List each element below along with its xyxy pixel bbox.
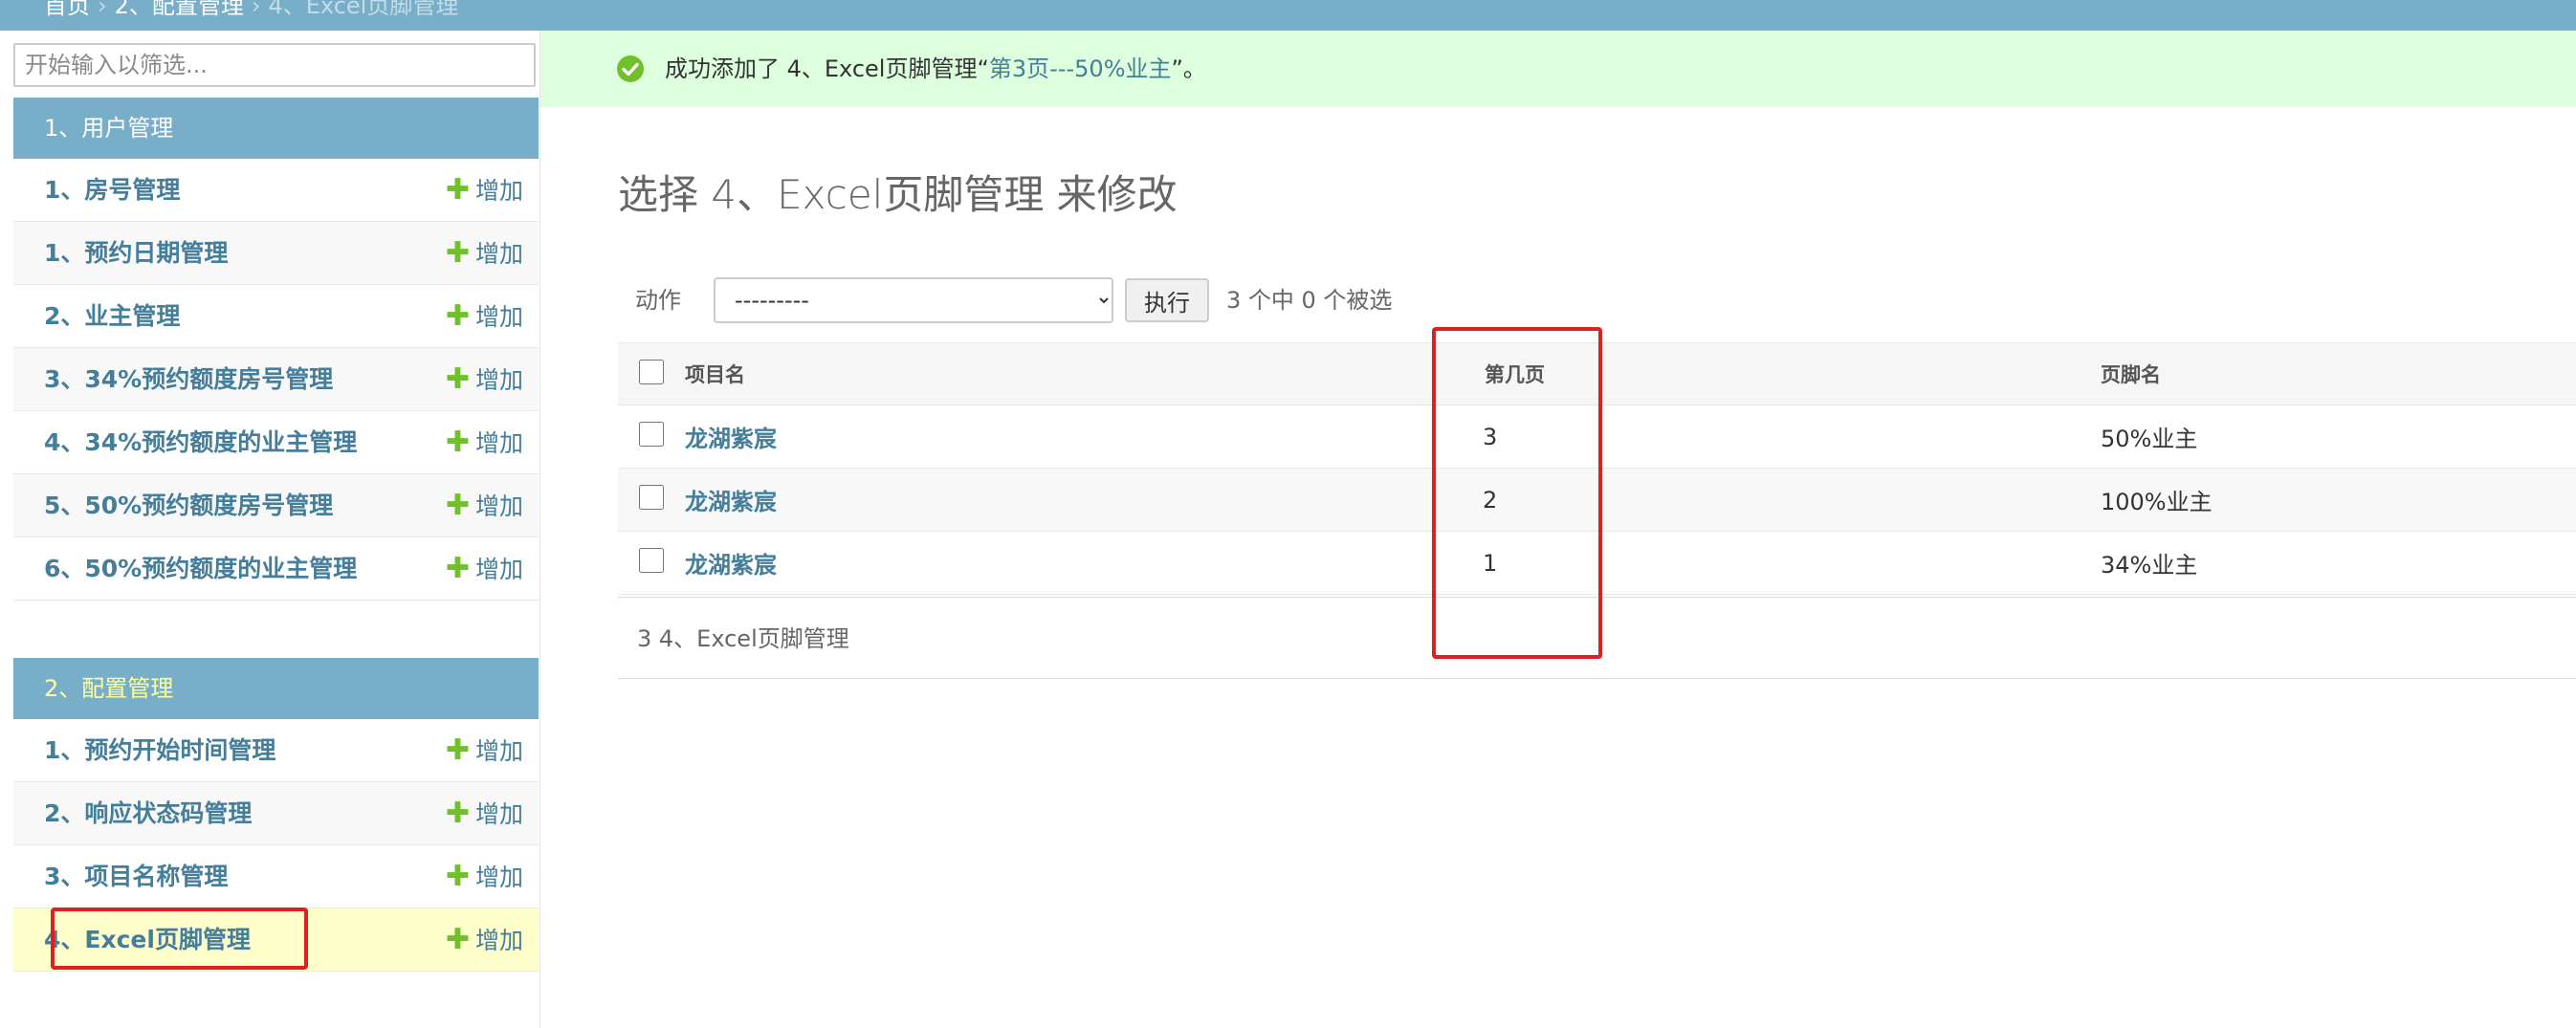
plus-icon: ✚ [445,236,470,270]
sidebar-item-link[interactable]: 5、50%预约额度房号管理 [44,474,333,537]
project-cell: 龙湖紫宸 [685,531,1435,595]
go-button[interactable]: 执行 [1125,278,1209,322]
module-caption[interactable]: 2、配置管理 [13,658,539,719]
add-button[interactable]: ✚ 增加 [446,908,523,973]
plus-icon: ✚ [445,860,470,893]
project-link[interactable]: 龙湖紫宸 [685,426,777,452]
add-button[interactable]: ✚ 增加 [446,348,523,412]
add-button[interactable]: ✚ 增加 [446,782,523,846]
select-all-checkbox[interactable] [639,359,664,384]
plus-icon: ✚ [445,923,470,956]
add-button[interactable]: ✚ 增加 [446,537,523,601]
sidebar-item: 2、业主管理 ✚ 增加 [13,285,539,348]
breadcrumb: 首页 › 2、配置管理 › 4、Excel页脚管理 [0,0,2576,31]
module-caption[interactable]: 1、用户管理 [13,98,539,159]
sidebar-item-link[interactable]: 4、34%预约额度的业主管理 [44,411,357,474]
success-prefix: 成功添加了 4、Excel页脚管理“ [665,55,989,82]
breadcrumb-separator: › [251,0,261,19]
add-label: 增加 [474,177,523,205]
sidebar-item: 3、34%预约额度房号管理 ✚ 增加 [13,348,539,411]
column-header-project[interactable]: 项目名 [685,342,1435,405]
success-text: 成功添加了 4、Excel页脚管理“第3页---50%业主”。 [665,31,1206,107]
check-circle-icon [617,55,644,82]
plus-icon: ✚ [445,299,470,333]
sidebar-item-link[interactable]: 3、项目名称管理 [44,845,228,908]
highlight-box-page-column [1432,327,1602,659]
column-header-footer[interactable]: 页脚名 [2101,342,2576,405]
project-cell: 龙湖紫宸 [685,468,1435,532]
check-icon [622,62,639,77]
add-label: 增加 [474,303,523,331]
success-object-link[interactable]: 第3页---50%业主 [989,55,1172,82]
add-label: 增加 [474,800,523,828]
add-label: 增加 [474,240,523,268]
add-button[interactable]: ✚ 增加 [446,285,523,349]
breadcrumb-current: 4、Excel页脚管理 [268,0,459,19]
row-select-cell [618,468,685,532]
sidebar-item-link[interactable]: 2、响应状态码管理 [44,782,252,845]
add-button[interactable]: ✚ 增加 [446,222,523,286]
plus-icon: ✚ [445,173,470,207]
row-checkbox[interactable] [639,484,664,510]
breadcrumb-section-link[interactable]: 2、配置管理 [115,0,244,19]
plus-icon: ✚ [445,489,470,522]
add-label: 增加 [474,864,523,891]
highlight-box-sidebar [51,908,308,970]
nav-sidebar: 1、用户管理 1、房号管理 ✚增加 1、预约日期管理 ✚增加 2、业主管理 ✚增… [0,31,540,1028]
action-select[interactable]: --------- [714,277,1113,323]
sidebar-item: 2、响应状态码管理 ✚ 增加 [13,782,539,845]
success-suffix: ”。 [1171,55,1206,82]
sidebar-item: 1、房号管理 ✚ 增加 [13,159,539,222]
sidebar-item: 1、预约日期管理 ✚ 增加 [13,222,539,285]
add-label: 增加 [474,556,523,583]
sidebar-item-link[interactable]: 2、业主管理 [44,285,180,348]
page-title: 选择 4、Excel页脚管理 来修改 [618,171,1178,218]
footer-cell: 100%业主 [2101,468,2576,532]
plus-icon: ✚ [445,797,470,830]
footer-cell: 34%业主 [2101,531,2576,595]
plus-icon: ✚ [445,552,470,585]
footer-cell: 50%业主 [2101,405,2576,469]
sidebar-item-link[interactable]: 1、房号管理 [44,159,180,222]
sidebar-item-link[interactable]: 6、50%预约额度的业主管理 [44,537,357,601]
sidebar-filter-input[interactable] [13,43,536,87]
sidebar-item: 5、50%预约额度房号管理 ✚ 增加 [13,474,539,537]
row-checkbox[interactable] [639,547,664,573]
breadcrumb-home-link[interactable]: 首页 [44,0,90,19]
breadcrumb-separator: › [98,0,107,19]
row-checkbox[interactable] [639,421,664,447]
actions-bar: 动作 --------- 执行 3 个中 0 个被选 [618,273,2576,327]
add-label: 增加 [474,429,523,457]
add-button[interactable]: ✚ 增加 [446,411,523,475]
add-button[interactable]: ✚ 增加 [446,845,523,909]
plus-icon: ✚ [445,362,470,396]
project-link[interactable]: 龙湖紫宸 [685,552,777,579]
sidebar-item-link[interactable]: 1、预约开始时间管理 [44,719,275,782]
success-message: 成功添加了 4、Excel页脚管理“第3页---50%业主”。 [540,31,2576,107]
add-button[interactable]: ✚ 增加 [446,474,523,538]
add-label: 增加 [474,366,523,394]
add-button[interactable]: ✚ 增加 [446,159,523,223]
add-label: 增加 [474,737,523,765]
add-label: 增加 [474,492,523,520]
plus-icon: ✚ [445,426,470,459]
project-cell: 龙湖紫宸 [685,405,1435,469]
add-label: 增加 [474,927,523,954]
project-link[interactable]: 龙湖紫宸 [685,489,777,515]
select-all-cell [618,342,685,405]
sidebar-item: 1、预约开始时间管理 ✚ 增加 [13,719,539,782]
action-label: 动作 [635,287,681,314]
sidebar-item: 3、项目名称管理 ✚ 增加 [13,845,539,908]
sidebar-item: 6、50%预约额度的业主管理 ✚ 增加 [13,537,539,601]
plus-icon: ✚ [445,733,470,767]
module-user-management: 1、用户管理 1、房号管理 ✚ 增加 1、预约日期管理 ✚ 增加 2、业主管理 ✚ 增… [13,98,539,601]
selection-counter: 3 个中 0 个被选 [1226,287,1393,314]
sidebar-item-link[interactable]: 1、预约日期管理 [44,222,228,285]
row-select-cell [618,405,685,469]
row-select-cell [618,531,685,595]
add-button[interactable]: ✚ 增加 [446,719,523,783]
sidebar-item-link[interactable]: 3、34%预约额度房号管理 [44,348,333,411]
sidebar-item: 4、34%预约额度的业主管理 ✚ 增加 [13,411,539,474]
